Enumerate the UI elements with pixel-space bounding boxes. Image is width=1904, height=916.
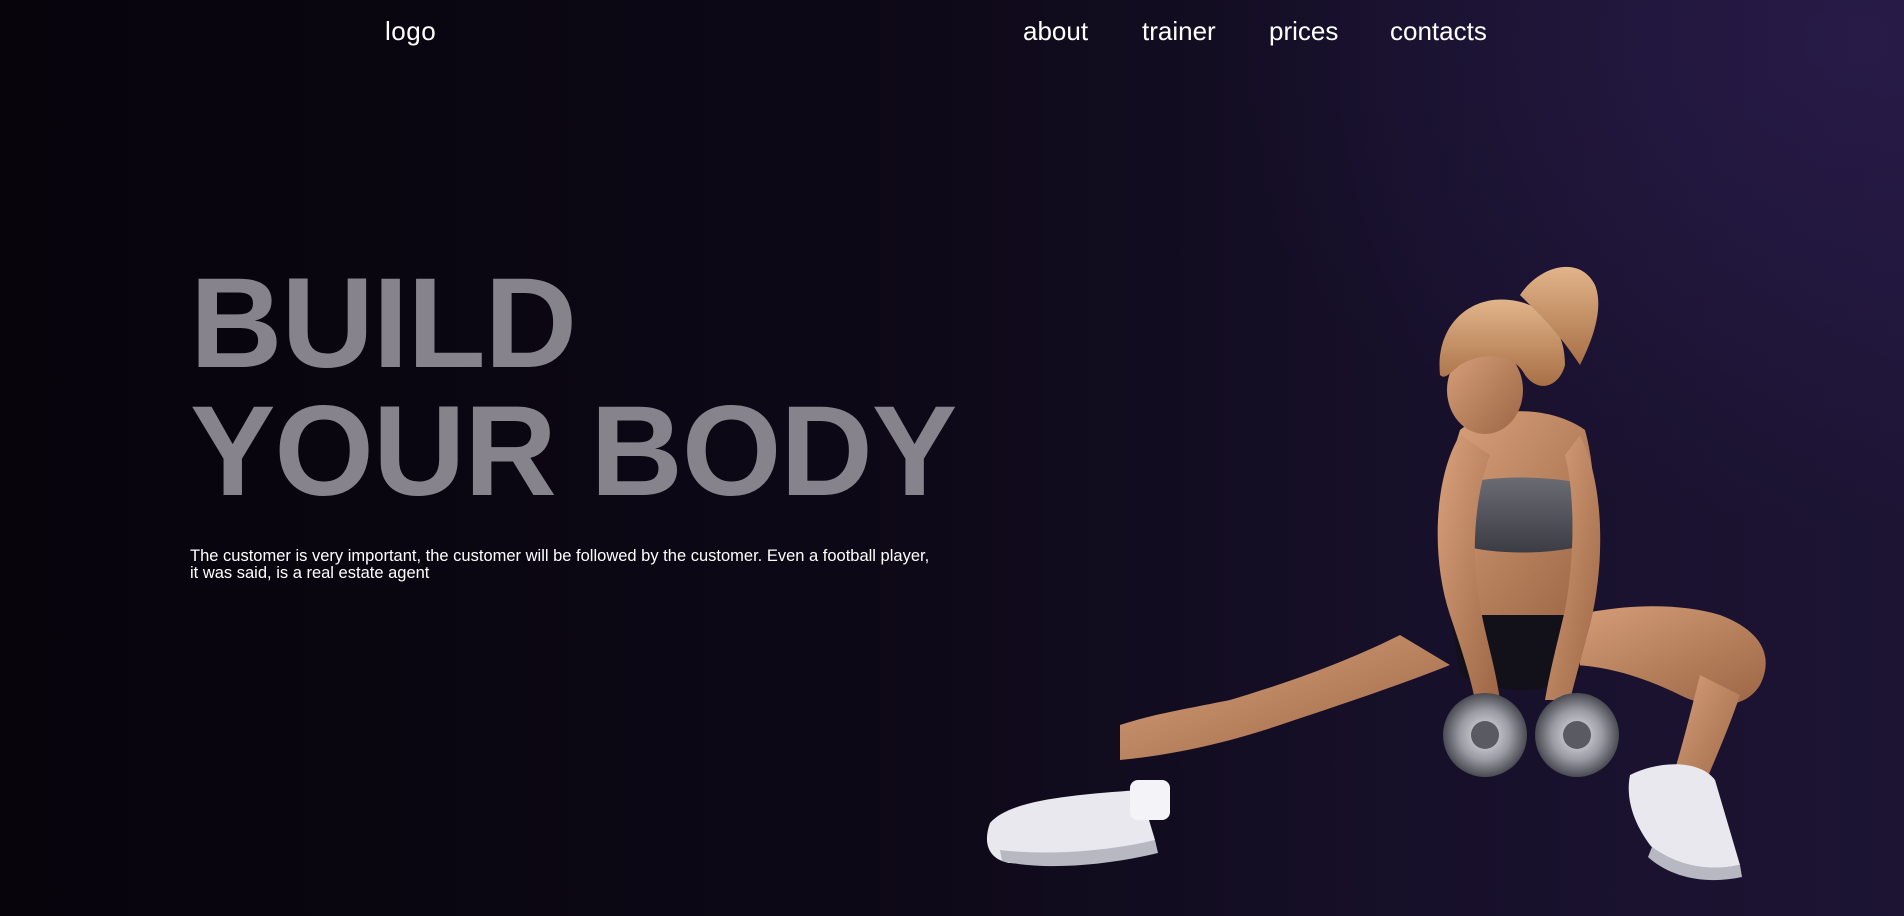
- main-nav: about trainer prices contacts: [0, 16, 1904, 56]
- dumbbell-right: [1535, 693, 1619, 777]
- hero-description: The customer is very important, the cust…: [190, 547, 930, 582]
- nav-prices-link[interactable]: prices: [1269, 16, 1338, 47]
- athlete-photo: [986, 266, 1766, 881]
- nav-contacts-link[interactable]: contacts: [1390, 16, 1487, 47]
- nav-about-link[interactable]: about: [1023, 16, 1088, 47]
- dumbbell-left: [1443, 693, 1527, 777]
- nav-trainer-link[interactable]: trainer: [1142, 16, 1216, 47]
- hero-title-line-1: BUILD: [190, 252, 577, 395]
- hero-title: BUILD YOUR BODY: [190, 252, 957, 523]
- hero-title-line-2: YOUR BODY: [190, 380, 957, 523]
